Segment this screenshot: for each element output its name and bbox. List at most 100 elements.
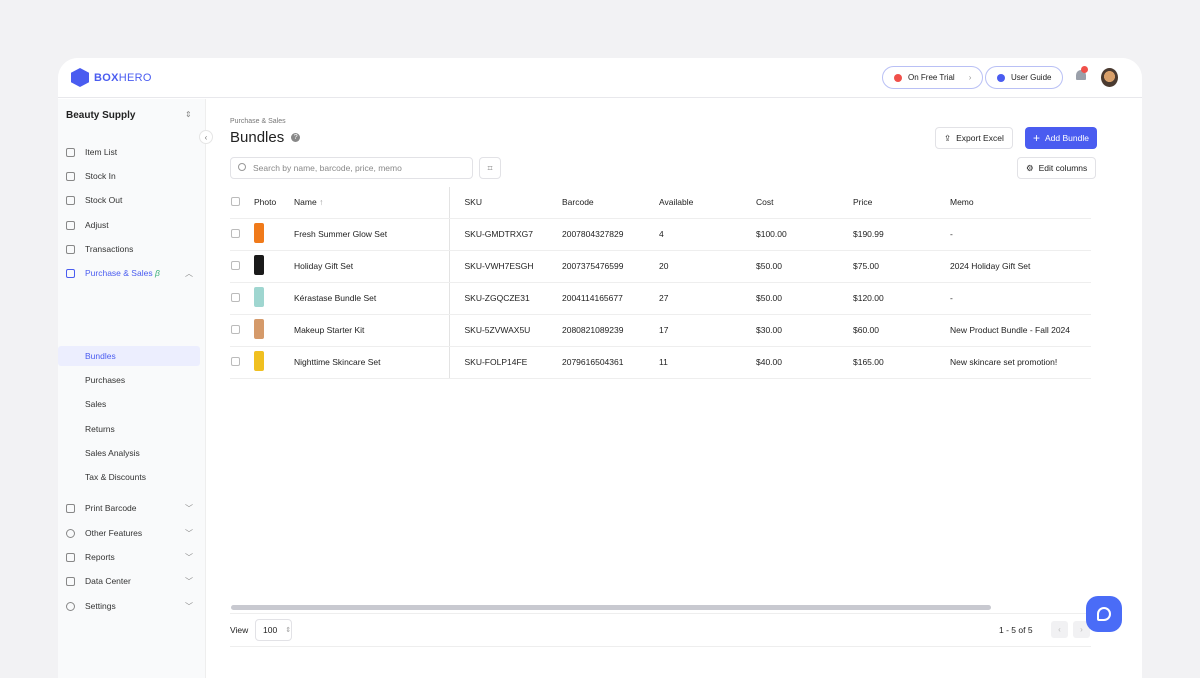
col-sku[interactable]: SKU xyxy=(449,187,562,219)
barcode-scan-button[interactable]: ⌗ xyxy=(479,157,501,179)
sidebar-sub-sales[interactable]: Sales xyxy=(58,394,200,414)
export-excel-button[interactable]: ⇪ Export Excel xyxy=(935,127,1013,149)
sidebar-sub-tax-discounts[interactable]: Tax & Discounts xyxy=(58,467,200,487)
notification-bell-icon[interactable] xyxy=(1075,66,1088,82)
row-checkbox[interactable] xyxy=(231,228,240,238)
cell-sku: SKU-5ZVWAX5U xyxy=(449,314,562,347)
product-photo[interactable] xyxy=(254,319,264,339)
cell-name[interactable]: Kérastase Bundle Set xyxy=(294,282,450,315)
free-trial-button[interactable]: On Free Trial › xyxy=(882,66,984,89)
cell-name[interactable]: Makeup Starter Kit xyxy=(294,314,450,347)
col-memo[interactable]: Memo xyxy=(950,187,1091,219)
col-cost[interactable]: Cost xyxy=(756,187,853,219)
help-icon xyxy=(997,73,1005,82)
horizontal-scrollbar[interactable] xyxy=(231,605,991,610)
cell-memo: New skincare set promotion! xyxy=(950,346,1091,379)
cell-available: 4 xyxy=(659,218,756,251)
cell-name[interactable]: Nighttime Skincare Set xyxy=(294,346,450,379)
sidebar-item-stock-in[interactable]: Stock In xyxy=(58,165,206,187)
product-photo[interactable] xyxy=(254,255,264,275)
product-photo[interactable] xyxy=(254,287,264,307)
cell-available: 17 xyxy=(659,314,756,347)
product-photo[interactable] xyxy=(254,351,264,371)
cell-memo: - xyxy=(950,282,1091,315)
product-photo[interactable] xyxy=(254,223,264,243)
table-row[interactable]: Holiday Gift Set SKU-VWH7ESGH 2007375476… xyxy=(230,250,1091,283)
sidebar-item-adjust[interactable]: Adjust xyxy=(58,214,206,236)
download-icon xyxy=(66,171,75,181)
sidebar-item-transactions[interactable]: Transactions xyxy=(58,238,206,260)
sidebar-item-data-center[interactable]: Data Center ﹀ xyxy=(58,570,206,592)
prev-page-button[interactable]: ‹ xyxy=(1051,621,1068,638)
beta-badge: β xyxy=(154,268,160,278)
cell-name[interactable]: Fresh Summer Glow Set xyxy=(294,218,450,251)
user-guide-button[interactable]: User Guide xyxy=(985,66,1064,89)
sidebar-item-stock-out[interactable]: Stock Out xyxy=(58,189,206,211)
table-row[interactable]: Fresh Summer Glow Set SKU-GMDTRXG7 20078… xyxy=(230,218,1091,251)
cell-available: 20 xyxy=(659,250,756,283)
cell-price: $190.99 xyxy=(853,218,950,251)
collapse-sidebar-button[interactable]: ‹ xyxy=(199,130,213,144)
col-photo: Photo xyxy=(254,187,294,219)
row-checkbox[interactable] xyxy=(231,260,240,270)
help-icon[interactable]: ? xyxy=(291,133,301,142)
cell-price: $120.00 xyxy=(853,282,950,315)
search-input[interactable]: Search by name, barcode, price, memo xyxy=(230,157,473,179)
sidebar: Beauty Supply ⇕ Item List Stock In Stock… xyxy=(58,99,206,678)
boxhero-logo[interactable]: BOXHERO xyxy=(71,68,152,87)
row-checkbox[interactable] xyxy=(231,324,240,334)
col-available[interactable]: Available xyxy=(659,187,756,219)
workspace-name[interactable]: Beauty Supply xyxy=(66,110,135,121)
workspace-switch-icon[interactable]: ⇕ xyxy=(185,110,192,119)
nav-label: Stock In xyxy=(85,171,116,181)
table-row[interactable]: Kérastase Bundle Set SKU-ZGQCZE31 200411… xyxy=(230,282,1091,315)
ledger-icon xyxy=(66,244,75,254)
per-page-value: 100 xyxy=(263,625,278,635)
add-bundle-button[interactable]: + Add Bundle xyxy=(1025,127,1097,149)
sidebar-item-other-features[interactable]: Other Features ﹀ xyxy=(58,522,206,544)
sidebar-item-print-barcode[interactable]: Print Barcode ﹀ xyxy=(58,497,206,519)
app-window: BOXHERO On Free Trial › User Guide Beauty… xyxy=(58,58,1142,678)
nav-label: Stock Out xyxy=(85,195,123,205)
sidebar-item-item-list[interactable]: Item List xyxy=(58,141,206,163)
col-barcode[interactable]: Barcode xyxy=(562,187,659,219)
nav-label: Reports xyxy=(85,552,115,562)
cell-name[interactable]: Holiday Gift Set xyxy=(294,250,450,283)
sub-label: Sales xyxy=(85,399,107,409)
gear-icon: ⚙ xyxy=(1026,162,1034,173)
table-row[interactable]: Makeup Starter Kit SKU-5ZVWAX5U 20808210… xyxy=(230,314,1091,347)
box-icon xyxy=(66,147,75,157)
sidebar-sub-returns[interactable]: Returns xyxy=(58,419,200,439)
cell-sku: SKU-ZGQCZE31 xyxy=(449,282,562,315)
sidebar-sub-sales-analysis[interactable]: Sales Analysis xyxy=(58,443,200,463)
edit-columns-button[interactable]: ⚙ Edit columns xyxy=(1017,157,1097,179)
chat-support-button[interactable] xyxy=(1086,596,1122,632)
cell-cost: $30.00 xyxy=(756,314,853,347)
sidebar-sub-purchases[interactable]: Purchases xyxy=(58,370,200,390)
cell-memo: 2024 Holiday Gift Set xyxy=(950,250,1091,283)
table-row[interactable]: Nighttime Skincare Set SKU-FOLP14FE 2079… xyxy=(230,346,1091,379)
row-checkbox[interactable] xyxy=(231,356,240,366)
per-page-select[interactable]: 100 ⇕ xyxy=(255,619,292,641)
nav-label: Transactions xyxy=(85,244,134,254)
select-all-checkbox[interactable] xyxy=(231,196,240,206)
sidebar-item-settings[interactable]: Settings ﹀ xyxy=(58,595,206,617)
cell-available: 27 xyxy=(659,282,756,315)
breadcrumb[interactable]: Purchase & Sales xyxy=(230,118,286,125)
database-icon xyxy=(66,576,75,586)
sidebar-item-reports[interactable]: Reports ﹀ xyxy=(58,546,206,568)
sub-label: Purchases xyxy=(85,375,126,385)
sidebar-item-purchase-sales[interactable]: Purchase & Sales β ︿ xyxy=(58,262,206,284)
export-icon: ⇪ xyxy=(944,132,952,143)
col-price[interactable]: Price xyxy=(853,187,950,219)
row-checkbox[interactable] xyxy=(231,292,240,302)
sort-asc-icon[interactable]: ↑ xyxy=(319,197,323,207)
search-icon xyxy=(238,163,246,171)
col-name[interactable]: Name ↑ xyxy=(294,187,450,219)
chat-bubble-icon xyxy=(1097,607,1111,621)
sidebar-sub-bundles[interactable]: Bundles xyxy=(58,346,200,366)
search-placeholder: Search by name, barcode, price, memo xyxy=(253,163,402,173)
chevron-right-icon: › xyxy=(968,73,972,82)
avatar[interactable] xyxy=(1101,68,1118,87)
table-header-row: Photo Name ↑ SKU Barcode Available Cost … xyxy=(230,187,1091,219)
